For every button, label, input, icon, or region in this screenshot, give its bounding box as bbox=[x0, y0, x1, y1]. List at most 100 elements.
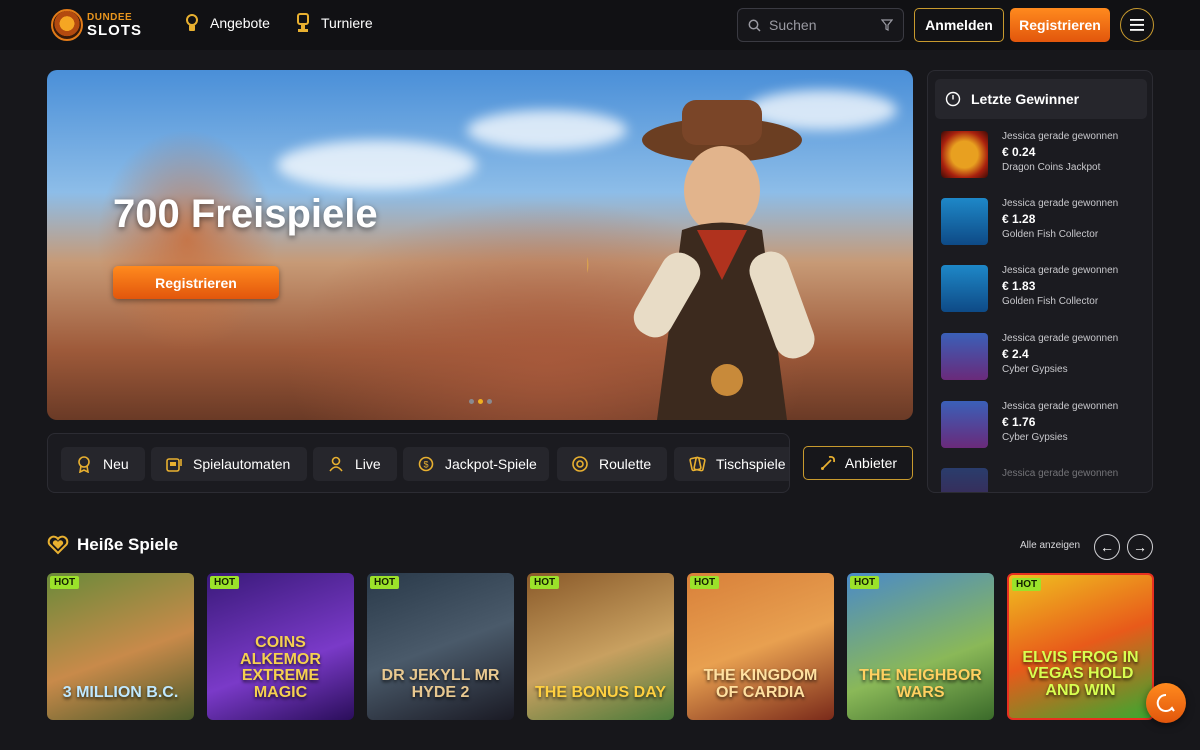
game-thumbnail bbox=[941, 333, 988, 380]
winner-game: Cyber Gypsies bbox=[1002, 364, 1068, 375]
search-placeholder: Suchen bbox=[769, 17, 817, 33]
heart-icon bbox=[47, 535, 69, 555]
game-tile[interactable]: HOT THE KINGDOM OF CARDIA bbox=[687, 573, 834, 720]
nav-turniere[interactable]: Turniere bbox=[296, 13, 373, 33]
next-arrow-button[interactable]: → bbox=[1127, 534, 1153, 560]
game-tile[interactable]: HOT THE BONUS DAY bbox=[527, 573, 674, 720]
carousel-dot[interactable] bbox=[487, 399, 492, 404]
game-thumbnail bbox=[941, 468, 988, 492]
game-title: THE BONUS DAY bbox=[535, 684, 666, 702]
nav-angebote-label: Angebote bbox=[210, 15, 270, 31]
table-games-icon bbox=[689, 456, 706, 472]
site-logo[interactable]: DUNDEE SLOTS bbox=[51, 9, 142, 41]
game-tile[interactable]: HOT ELVIS FROG IN VEGAS HOLD AND WIN bbox=[1007, 573, 1154, 720]
bulb-icon bbox=[186, 14, 198, 31]
winner-amount: € 1.83 bbox=[1002, 279, 1036, 293]
show-all-link[interactable]: Alle anzeigen bbox=[1020, 540, 1080, 551]
login-button[interactable]: Anmelden bbox=[914, 8, 1004, 42]
winner-name: Jessica gerade gewonnen bbox=[1002, 265, 1119, 276]
game-title: DR JEKYLL MR HYDE 2 bbox=[381, 667, 500, 702]
menu-button[interactable] bbox=[1120, 8, 1154, 42]
top-header: DUNDEE SLOTS Angebote Turniere Suchen An… bbox=[0, 0, 1200, 50]
game-tile[interactable]: HOT DR JEKYLL MR HYDE 2 bbox=[367, 573, 514, 720]
roulette-icon bbox=[572, 456, 588, 472]
chat-button[interactable] bbox=[1146, 683, 1186, 723]
arrow-right-icon: → bbox=[1133, 539, 1147, 555]
logo-emblem-icon bbox=[51, 9, 83, 41]
game-tile[interactable]: HOT 3 MILLION B.C. bbox=[47, 573, 194, 720]
hero-cloud bbox=[277, 140, 477, 190]
winner-amount: € 1.76 bbox=[1002, 415, 1036, 429]
winner-amount: € 2.4 bbox=[1002, 347, 1029, 361]
search-input[interactable]: Suchen bbox=[737, 8, 904, 42]
filter-icon[interactable] bbox=[881, 19, 893, 31]
hot-badge: HOT bbox=[1012, 578, 1042, 591]
live-dealer-icon bbox=[329, 456, 343, 472]
recent-winners-title: Letzte Gewinner bbox=[971, 91, 1080, 107]
winner-row[interactable]: Jessica gerade gewonnen bbox=[940, 468, 1140, 492]
arrow-left-icon: ← bbox=[1100, 539, 1114, 555]
winner-row[interactable]: Jessica gerade gewonnen € 0.24 Dragon Co… bbox=[940, 131, 1140, 181]
hero-banner[interactable]: 700 Freispiele Registrieren bbox=[47, 70, 913, 420]
hot-badge: HOT bbox=[210, 576, 240, 589]
category-label: Live bbox=[355, 456, 381, 472]
category-tischspiele[interactable]: Tischspiele bbox=[674, 447, 789, 481]
winner-name: Jessica gerade gewonnen bbox=[1002, 131, 1119, 142]
search-icon bbox=[748, 19, 761, 32]
game-thumbnail bbox=[941, 401, 988, 448]
winner-row[interactable]: Jessica gerade gewonnen € 1.28 Golden Fi… bbox=[940, 198, 1140, 248]
recent-winners-panel: Letzte Gewinner Jessica gerade gewonnen … bbox=[927, 70, 1153, 493]
category-label: Spielautomaten bbox=[193, 456, 291, 472]
winner-name: Jessica gerade gewonnen bbox=[1002, 198, 1119, 209]
game-thumbnail bbox=[941, 131, 988, 178]
hot-games-title: Heiße Spiele bbox=[77, 535, 179, 554]
winner-game: Cyber Gypsies bbox=[1002, 432, 1068, 443]
category-label: Tischspiele bbox=[716, 456, 786, 472]
providers-button[interactable]: Anbieter bbox=[803, 446, 913, 480]
category-roulette[interactable]: Roulette bbox=[557, 447, 667, 481]
hot-badge: HOT bbox=[370, 576, 400, 589]
winner-name: Jessica gerade gewonnen bbox=[1002, 468, 1119, 479]
category-neu[interactable]: Neu bbox=[61, 447, 145, 481]
prev-arrow-button[interactable]: ← bbox=[1094, 534, 1120, 560]
winner-row[interactable]: Jessica gerade gewonnen € 2.4 Cyber Gyps… bbox=[940, 333, 1140, 383]
hot-badge: HOT bbox=[530, 576, 560, 589]
game-tile[interactable]: HOT COINS ALKEMOR EXTREME MAGIC bbox=[207, 573, 354, 720]
hot-badge: HOT bbox=[50, 576, 80, 589]
game-tile[interactable]: HOT THE NEIGHBOR WARS bbox=[847, 573, 994, 720]
clock-icon bbox=[945, 91, 961, 107]
game-title: THE NEIGHBOR WARS bbox=[859, 667, 982, 702]
game-thumbnail bbox=[941, 265, 988, 312]
category-live[interactable]: Live bbox=[313, 447, 397, 481]
svg-text:$: $ bbox=[423, 460, 428, 470]
slot-machine-icon bbox=[166, 458, 182, 472]
carousel-dot-active[interactable] bbox=[478, 399, 483, 404]
carousel-dots bbox=[469, 399, 492, 404]
hero-register-button[interactable]: Registrieren bbox=[113, 266, 279, 299]
winner-row[interactable]: Jessica gerade gewonnen € 1.76 Cyber Gyp… bbox=[940, 401, 1140, 451]
register-button[interactable]: Registrieren bbox=[1010, 8, 1110, 42]
logo-text-top: DUNDEE bbox=[87, 11, 133, 23]
nav-turniere-label: Turniere bbox=[321, 15, 373, 31]
category-jackpot[interactable]: $ Jackpot-Spiele bbox=[403, 447, 549, 481]
logo-text-bottom: SLOTS bbox=[87, 21, 143, 39]
category-bar: Neu Spielautomaten Live $ Jackpot-Spiele… bbox=[47, 433, 790, 493]
category-label: Roulette bbox=[599, 456, 652, 472]
trophy-icon bbox=[297, 13, 309, 32]
winner-name: Jessica gerade gewonnen bbox=[1002, 401, 1119, 412]
category-label: Neu bbox=[103, 456, 129, 472]
recent-winners-header: Letzte Gewinner bbox=[935, 79, 1147, 119]
category-spielautomaten[interactable]: Spielautomaten bbox=[151, 447, 307, 481]
winner-amount: € 1.28 bbox=[1002, 212, 1036, 226]
category-label: Jackpot-Spiele bbox=[445, 456, 537, 472]
winner-game: Golden Fish Collector bbox=[1002, 296, 1099, 307]
hot-games-heading: Heiße Spiele bbox=[47, 535, 178, 555]
hot-badge: HOT bbox=[850, 576, 880, 589]
winner-amount: € 0.24 bbox=[1002, 145, 1036, 159]
game-title: 3 MILLION B.C. bbox=[62, 684, 179, 702]
hamburger-icon bbox=[1130, 19, 1144, 31]
nav-angebote[interactable]: Angebote bbox=[185, 13, 270, 33]
hot-badge: HOT bbox=[690, 576, 720, 589]
winner-row[interactable]: Jessica gerade gewonnen € 1.83 Golden Fi… bbox=[940, 265, 1140, 315]
carousel-dot[interactable] bbox=[469, 399, 474, 404]
